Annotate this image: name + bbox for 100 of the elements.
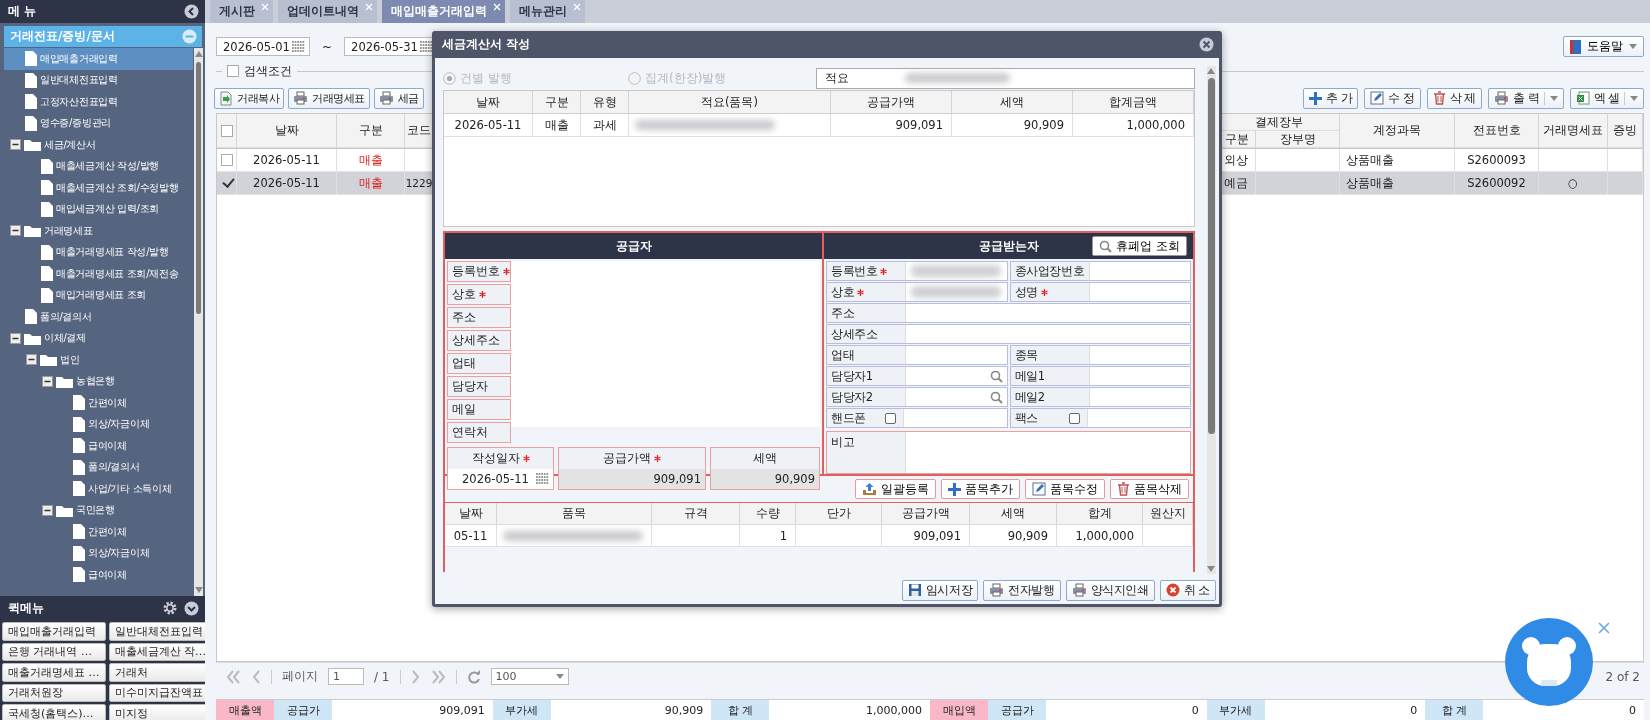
dialog-button[interactable]: 취 소	[1159, 579, 1216, 601]
checkbox[interactable]	[885, 412, 896, 424]
collapse-icon[interactable]	[184, 4, 199, 19]
tree-item[interactable]: 영수증/증빙관리	[4, 112, 193, 134]
input-field[interactable]	[905, 388, 1007, 406]
search-icon[interactable]	[989, 369, 1003, 383]
minus-box-icon[interactable]	[10, 225, 21, 237]
quick-menu-item[interactable]: 미지정	[108, 704, 205, 720]
toolbar-button[interactable]: 거래복사	[214, 87, 284, 109]
input-field[interactable]	[905, 304, 1190, 322]
tree-item[interactable]: 일반대체전표입력	[4, 69, 193, 91]
tree-item[interactable]: 매출거래명세표 작성/발행	[4, 241, 193, 263]
refresh-icon[interactable]	[466, 669, 481, 684]
minus-box-icon[interactable]	[26, 354, 37, 366]
next-icon[interactable]	[410, 669, 420, 684]
tree-item[interactable]: 매출세금계산 조회/수정발행	[4, 177, 193, 199]
first-page-icon[interactable]	[226, 669, 242, 684]
date-field[interactable]: 2026-05-11	[448, 469, 553, 489]
page-size-select[interactable]: 100	[490, 668, 569, 685]
lookup-button[interactable]: 휴폐업 조회	[1092, 236, 1187, 256]
tree-item[interactable]: 법인	[4, 349, 193, 371]
tree-item[interactable]: 국민은행	[4, 499, 193, 521]
scrollbar[interactable]	[1207, 66, 1216, 574]
toolbar-button[interactable]: 세금	[373, 87, 424, 109]
toolbar-button[interactable]: 엑 셀	[1569, 87, 1644, 109]
toolbar-button[interactable]: 거래명세표	[288, 87, 370, 109]
input-field[interactable]	[1088, 283, 1190, 301]
tree-item[interactable]: 급여이체	[4, 564, 193, 586]
previous-icon[interactable]	[252, 669, 261, 684]
dialog-button[interactable]: 전자발행	[983, 579, 1061, 601]
quick-menu-item[interactable]: 은행 거래내역 …	[2, 642, 106, 661]
settings-icon[interactable]	[162, 600, 178, 616]
chevron-down-icon[interactable]	[184, 600, 199, 616]
tree-item[interactable]: 매입세금계산 입력/조회	[4, 198, 193, 220]
dialog-button[interactable]: 임시저장	[901, 579, 979, 601]
input-field[interactable]	[905, 262, 1007, 280]
last-page-icon[interactable]	[429, 669, 446, 684]
quick-menu-item[interactable]: 국세청(홈택스)…	[2, 704, 106, 720]
tree-item[interactable]: 고정자산전표입력	[4, 91, 193, 113]
tab[interactable]: 메뉴관리	[510, 0, 585, 23]
minus-circle-icon[interactable]	[182, 29, 197, 44]
tree-item[interactable]: 급여이체	[4, 435, 193, 457]
toolbar-button[interactable]: 품목삭제	[1110, 479, 1189, 499]
tree-item[interactable]: 매출세금계산 작성/발행	[4, 155, 193, 177]
tree-item[interactable]: 간편이체	[4, 392, 193, 414]
memo-field[interactable]: 적요	[816, 67, 1195, 89]
page-input[interactable]: 1	[328, 668, 364, 685]
tab[interactable]: 게시판	[210, 0, 273, 23]
input-field[interactable]	[905, 346, 1007, 364]
tree-item[interactable]: 세금/계산서	[4, 134, 193, 156]
tree-item[interactable]: 거래명세표	[4, 220, 193, 242]
checkbox[interactable]	[220, 124, 233, 137]
close-icon[interactable]	[1199, 37, 1214, 52]
date-field[interactable]: 2026-05-01	[216, 37, 310, 56]
toolbar-button[interactable]: 품목추가	[941, 479, 1020, 499]
search-icon[interactable]	[1099, 239, 1113, 253]
checkbox[interactable]	[227, 65, 239, 77]
input-field[interactable]	[1088, 367, 1190, 385]
tree-item[interactable]: 매입거래명세표 조회	[4, 284, 193, 306]
toolbar-button[interactable]: 출 력	[1488, 87, 1564, 109]
quick-menu-item[interactable]: 미수미지급잔액표	[108, 683, 205, 702]
input-field[interactable]	[1088, 388, 1190, 406]
toolbar-button[interactable]: 수 정	[1364, 87, 1421, 109]
input-field[interactable]	[903, 409, 1007, 427]
tree-item[interactable]: 간편이체	[4, 521, 193, 543]
calendar-icon[interactable]	[420, 40, 434, 53]
quick-menu-item[interactable]: 일반대체전표입력	[108, 622, 205, 641]
tree-item[interactable]: 이체/결제	[4, 327, 193, 349]
tree-item[interactable]: 농협은행	[4, 370, 193, 392]
quick-menu-item[interactable]: 거래처	[108, 663, 205, 682]
tree-item[interactable]: 품의/결의서	[4, 456, 193, 478]
quick-menu-item[interactable]: 매출거래명세표 …	[2, 663, 106, 682]
checkbox[interactable]	[1068, 412, 1080, 424]
dialog-button[interactable]: 양식지인쇄	[1065, 579, 1155, 601]
input-field[interactable]	[905, 367, 1007, 385]
close-icon[interactable]	[1598, 622, 1610, 634]
toolbar-button[interactable]: 삭 제	[1426, 87, 1483, 109]
tree-item[interactable]: 외상/자금이체	[4, 413, 193, 435]
input-field[interactable]	[1088, 262, 1190, 280]
minus-box-icon[interactable]	[42, 504, 53, 516]
input-field[interactable]	[1088, 346, 1190, 364]
input-field[interactable]	[905, 283, 1007, 301]
tree-item[interactable]: 품의/결의서	[4, 306, 193, 328]
amount-field[interactable]: 90,909	[711, 469, 819, 489]
amount-field[interactable]: 909,091	[559, 469, 705, 489]
quick-menu-item[interactable]: 매출세금계산 작…	[108, 642, 205, 661]
quick-menu-item[interactable]: 매입매출거래입력	[2, 622, 106, 641]
input-field[interactable]	[1086, 409, 1190, 427]
checkbox[interactable]	[220, 177, 233, 189]
minus-box-icon[interactable]	[10, 332, 21, 344]
note-field[interactable]	[905, 432, 1190, 473]
search-icon[interactable]	[989, 390, 1003, 404]
help-button[interactable]: 도움말	[1563, 36, 1644, 57]
tree-item[interactable]: 사업/기타 소득이체	[4, 478, 193, 500]
toolbar-button[interactable]: 품목수정	[1025, 479, 1105, 499]
minus-box-icon[interactable]	[42, 375, 53, 387]
input-field[interactable]	[905, 325, 1190, 343]
tree-item[interactable]: 외상/자금이체	[4, 542, 193, 564]
checkbox[interactable]	[220, 154, 233, 166]
tab[interactable]: 업데이트내역	[278, 0, 377, 23]
